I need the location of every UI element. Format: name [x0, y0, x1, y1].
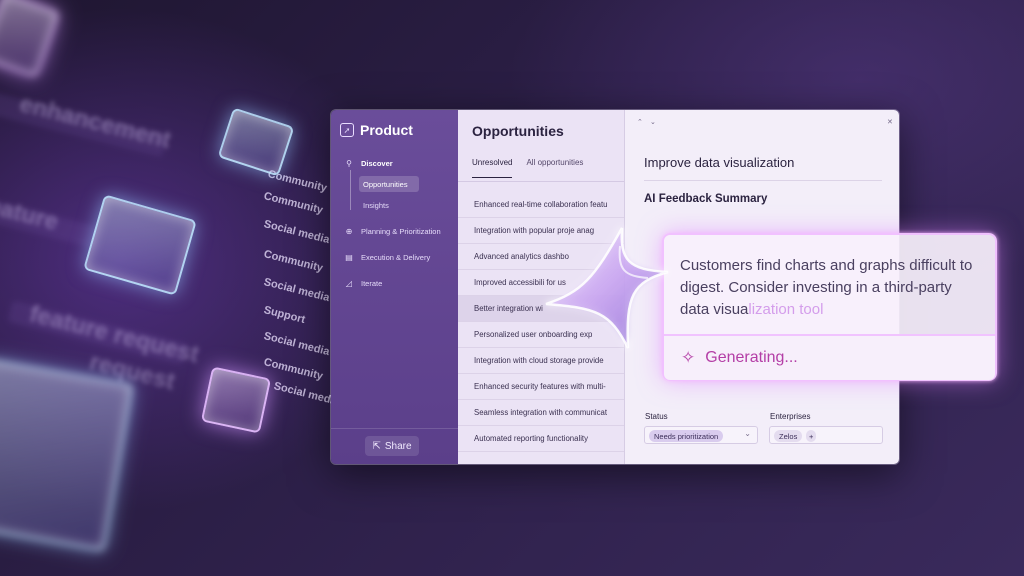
sidebar-item-execution[interactable]: ▤ Execution & Delivery [331, 244, 458, 270]
source-label: Community [262, 356, 325, 383]
source-label: Social media [262, 218, 331, 247]
background-label: feature [0, 190, 62, 236]
ai-summary-fading: lization tool [748, 301, 824, 318]
close-icon[interactable]: ✕ [887, 118, 893, 126]
calendar-icon: ▤ [345, 252, 353, 262]
sidebar-item-label: Discover [361, 158, 393, 168]
background-label: enhancement [16, 90, 174, 155]
add-enterprise-button[interactable]: + [806, 430, 817, 442]
sidebar-item-label: Execution & Delivery [361, 252, 431, 262]
source-label: Support [262, 304, 307, 327]
list-item[interactable]: Enhanced real-time collaboration featu [458, 192, 624, 218]
sidebar-item-label: Planning & Prioritization [361, 226, 441, 236]
ai-summary-text: Customers find charts and graphs difficu… [680, 255, 985, 321]
page-title: Opportunities [472, 123, 564, 139]
search-icon: ⚲ [346, 158, 352, 168]
subnav-rail [350, 170, 351, 210]
share-icon: ⇱ [372, 440, 381, 452]
sidebar-item-iterate[interactable]: ◿ Iterate [331, 270, 458, 296]
section-heading: AI Feedback Summary [644, 193, 768, 205]
chart-icon: ◿ [345, 278, 353, 288]
sidebar-subitem-opportunities[interactable]: Opportunities [359, 176, 419, 192]
ai-summary-main: Customers find charts and graphs difficu… [680, 257, 973, 318]
floating-cube [0, 358, 134, 552]
source-label: Social media [262, 330, 331, 359]
source-label: Social media [262, 276, 331, 305]
workspace-title: Product [360, 122, 413, 138]
source-label: Community [262, 190, 325, 217]
list-item[interactable]: Enhanced security features with multi- [458, 374, 624, 400]
sidebar-item-label: Iterate [361, 278, 383, 288]
enterprises-field[interactable]: Zelos + [769, 426, 883, 444]
sparkle-icon: ✧ [681, 348, 696, 367]
enterprises-label: Enterprises [770, 412, 811, 421]
list-item[interactable]: Seamless integration with communicat [458, 400, 624, 426]
sidebar-subitem-label: Insights [363, 200, 389, 210]
generating-label: Generating... [705, 349, 798, 366]
ai-summary-card: Customers find charts and graphs difficu… [662, 233, 997, 381]
tab-bar: Unresolved All opportunities [472, 158, 583, 178]
brand[interactable]: ➚ Product [340, 122, 413, 138]
ai-star-icon [536, 220, 676, 360]
sidebar-item-planning[interactable]: ⊕ Planning & Prioritization [331, 218, 458, 244]
share-button[interactable]: ⇱ Share [365, 436, 419, 456]
sidebar: ➚ Product ⚲ Discover Opportunities Insig… [331, 110, 458, 464]
tab-all-opportunities[interactable]: All opportunities [526, 158, 583, 178]
divider [458, 181, 624, 182]
globe-icon: ⊕ [345, 226, 353, 236]
chevron-down-icon[interactable]: ⌄ [650, 118, 656, 126]
status-badge: Needs prioritization [649, 430, 724, 442]
sidebar-footer: ⇱ Share [331, 428, 458, 464]
sidebar-subitem-label: Opportunities [363, 179, 408, 189]
floating-cube [200, 366, 272, 434]
floating-cube [217, 107, 295, 177]
sidebar-subitem-insights[interactable]: Insights [359, 197, 458, 213]
share-label: Share [384, 440, 412, 452]
rocket-icon: ➚ [340, 123, 354, 137]
list-item[interactable]: Automated reporting functionality [458, 426, 624, 452]
status-select[interactable]: Needs prioritization ⌄ [644, 426, 758, 444]
chevron-down-icon: ⌄ [744, 429, 751, 438]
tab-unresolved[interactable]: Unresolved [472, 158, 513, 178]
generating-status: ✧ Generating... [664, 334, 995, 380]
status-label: Status [645, 412, 668, 421]
floating-cube [0, 0, 61, 79]
floating-cube [83, 194, 197, 296]
enterprise-tag: Zelos [774, 430, 803, 442]
chevron-up-icon[interactable]: ⌃ [637, 118, 643, 126]
detail-title: Improve data visualization [644, 155, 795, 170]
source-label: Community [262, 248, 325, 275]
divider [644, 180, 882, 181]
